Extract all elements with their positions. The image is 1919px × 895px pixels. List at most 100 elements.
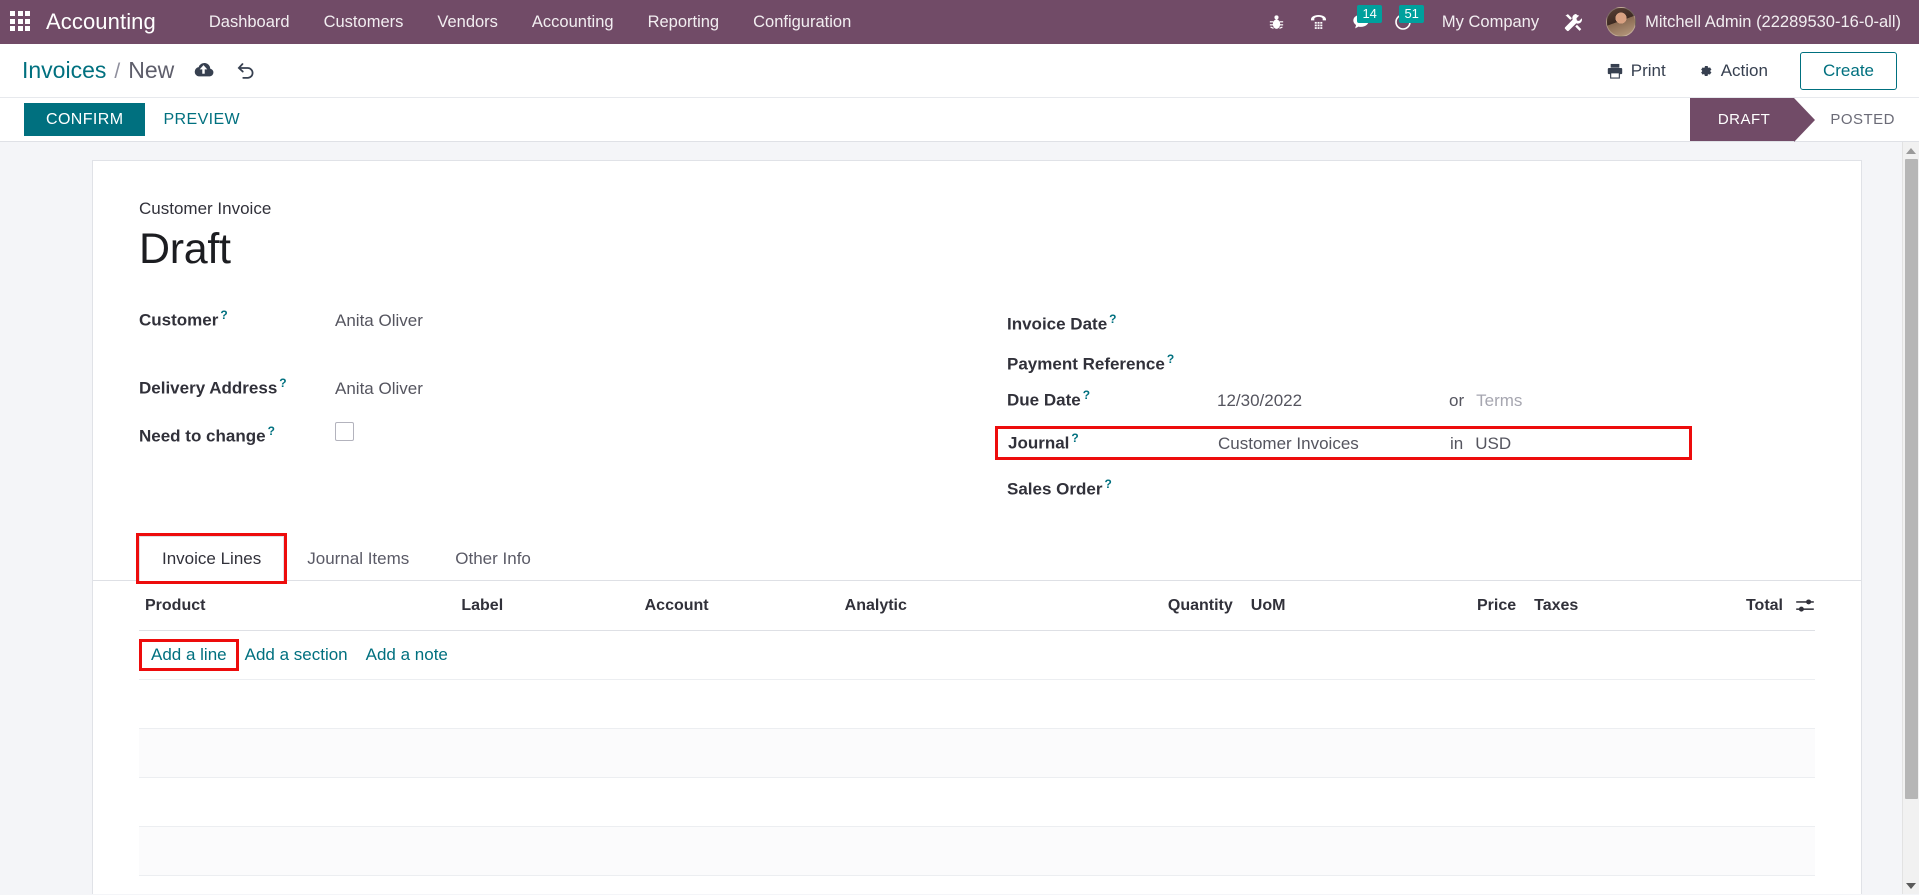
menu-dashboard[interactable]: Dashboard: [192, 0, 307, 44]
field-delivery-address-row: Delivery Address? Anita Oliver: [139, 369, 977, 415]
menu-configuration[interactable]: Configuration: [736, 0, 868, 44]
invoice-date-input[interactable]: [1217, 308, 1477, 329]
form-header-section: Customer Invoice Draft Customer? Anita O…: [93, 183, 1861, 507]
field-customer-label: Customer?: [139, 308, 228, 330]
need-to-change-checkbox[interactable]: [335, 422, 354, 442]
messages-badge: 14: [1357, 5, 1382, 23]
vertical-scrollbar[interactable]: [1902, 142, 1919, 894]
currency-input[interactable]: USD: [1475, 434, 1511, 455]
breadcrumb-invoices[interactable]: Invoices: [22, 57, 106, 84]
help-icon[interactable]: ?: [268, 424, 275, 438]
table-header-row: Product Label Account Analytic Quantity …: [139, 580, 1815, 631]
add-a-line-link[interactable]: Add a line: [139, 638, 239, 671]
payment-reference-input[interactable]: [1217, 348, 1477, 369]
field-invoice-date-row: Invoice Date?: [1007, 301, 1815, 341]
invoice-form-sheet: Customer Invoice Draft Customer? Anita O…: [92, 160, 1862, 894]
user-menu[interactable]: Mitchell Admin (22289530-16-0-all): [1594, 7, 1905, 37]
tab-journal-items[interactable]: Journal Items: [284, 536, 432, 581]
preview-button[interactable]: PREVIEW: [145, 98, 258, 141]
col-price[interactable]: Price: [1405, 580, 1523, 631]
field-need-to-change-label: Need to change?: [139, 423, 275, 446]
col-taxes[interactable]: Taxes: [1522, 580, 1689, 631]
column-options-icon[interactable]: [1789, 580, 1815, 631]
field-sales-order-row: Sales Order?: [1007, 467, 1815, 507]
apps-grid-icon[interactable]: [10, 11, 32, 33]
col-account[interactable]: Account: [638, 580, 839, 631]
record-statusbar: CONFIRM PREVIEW DRAFT POSTED: [0, 98, 1919, 142]
notebook-tabs: Invoice Lines Journal Items Other Info: [93, 532, 1861, 584]
breadcrumb: Invoices / New: [22, 57, 174, 84]
add-a-note-link[interactable]: Add a note: [357, 642, 457, 668]
field-customer-row: Customer? Anita Oliver: [139, 301, 977, 347]
col-quantity[interactable]: Quantity: [1105, 580, 1239, 631]
help-icon[interactable]: ?: [1167, 352, 1174, 366]
activities-clock-icon[interactable]: 51: [1382, 0, 1424, 44]
help-icon[interactable]: ?: [279, 376, 286, 390]
help-icon[interactable]: ?: [220, 308, 227, 322]
messages-icon[interactable]: 14: [1340, 0, 1382, 44]
record-save-discard-actions: [192, 60, 256, 81]
menu-accounting[interactable]: Accounting: [515, 0, 631, 44]
menu-customers[interactable]: Customers: [307, 0, 421, 44]
gear-icon: [1700, 65, 1712, 76]
form-subtitle: Customer Invoice: [139, 199, 272, 218]
col-uom[interactable]: UoM: [1238, 580, 1406, 631]
scrollbar-thumb[interactable]: [1904, 159, 1918, 799]
field-sales-order-label: Sales Order?: [1007, 477, 1112, 499]
print-label: Print: [1630, 60, 1666, 80]
help-icon[interactable]: ?: [1109, 312, 1116, 326]
tab-other-info[interactable]: Other Info: [432, 536, 554, 581]
col-label[interactable]: Label: [455, 580, 639, 631]
undo-icon[interactable]: [235, 60, 256, 81]
app-brand-accounting[interactable]: Accounting: [46, 9, 156, 35]
breadcrumb-separator: /: [114, 60, 121, 83]
field-journal-row-wrapper: Journal? Customer Invoices in USD: [995, 419, 1815, 467]
field-payment-reference-row: Payment Reference?: [1007, 341, 1815, 381]
create-button[interactable]: Create: [1799, 51, 1897, 90]
menu-vendors[interactable]: Vendors: [420, 0, 515, 44]
stage-draft[interactable]: DRAFT: [1689, 98, 1815, 142]
scroll-down-arrow[interactable]: [1902, 877, 1919, 894]
tools-icon[interactable]: [1552, 0, 1594, 44]
scroll-up-arrow[interactable]: [1902, 142, 1919, 159]
notebook: Invoice Lines Journal Items Other Info P…: [93, 532, 1861, 876]
journal-input[interactable]: Customer Invoices: [1218, 434, 1450, 454]
due-date-input[interactable]: 12/30/2022: [1217, 391, 1449, 411]
add-line-row: Add a line Add a section Add a note: [139, 630, 1815, 680]
customer-input[interactable]: Anita Oliver: [335, 311, 423, 332]
confirm-button[interactable]: CONFIRM: [24, 103, 146, 136]
form-left-column: Customer? Anita Oliver Delivery Address?…: [139, 301, 977, 507]
table-row: [139, 826, 1815, 876]
col-product[interactable]: Product: [139, 580, 456, 631]
field-invoice-date-label: Invoice Date?: [1007, 311, 1117, 334]
tab-invoice-lines[interactable]: Invoice Lines: [135, 532, 288, 584]
field-delivery-address-label: Delivery Address?: [139, 376, 287, 398]
form-right-column: Invoice Date? Payment Reference? Due Dat…: [977, 301, 1815, 507]
sales-order-input[interactable]: [1217, 474, 1477, 495]
activities-badge: 51: [1399, 5, 1424, 23]
journal-field-highlight-box: Journal? Customer Invoices in USD: [995, 426, 1692, 460]
delivery-address-input[interactable]: Anita Oliver: [335, 379, 423, 400]
journal-in-label: in: [1450, 433, 1464, 453]
form-columns: Customer? Anita Oliver Delivery Address?…: [139, 301, 1815, 507]
col-total[interactable]: Total: [1688, 580, 1789, 631]
field-due-date-label: Due Date?: [1007, 388, 1091, 410]
help-icon[interactable]: ?: [1083, 388, 1090, 402]
help-icon[interactable]: ?: [1071, 431, 1078, 445]
help-icon[interactable]: ?: [1104, 477, 1111, 491]
print-button[interactable]: Print: [1594, 56, 1678, 86]
action-button[interactable]: Action: [1684, 56, 1780, 86]
col-analytic[interactable]: Analytic: [838, 580, 1106, 631]
top-navbar: Accounting Dashboard Customers Vendors A…: [0, 0, 1919, 44]
company-switcher[interactable]: My Company: [1424, 13, 1552, 32]
menu-reporting[interactable]: Reporting: [631, 0, 737, 44]
bug-icon[interactable]: [1256, 0, 1298, 44]
payment-terms-input[interactable]: Terms: [1476, 391, 1522, 412]
cloud-upload-icon[interactable]: [192, 61, 215, 80]
dialpad-icon[interactable]: [1298, 0, 1340, 44]
form-view-container: Customer Invoice Draft Customer? Anita O…: [0, 142, 1919, 894]
add-a-section-link[interactable]: Add a section: [236, 642, 357, 668]
field-journal-label: Journal?: [1008, 431, 1079, 453]
stage-pipeline: DRAFT POSTED: [1689, 98, 1919, 142]
user-name: Mitchell Admin (22289530-16-0-all): [1645, 12, 1901, 31]
